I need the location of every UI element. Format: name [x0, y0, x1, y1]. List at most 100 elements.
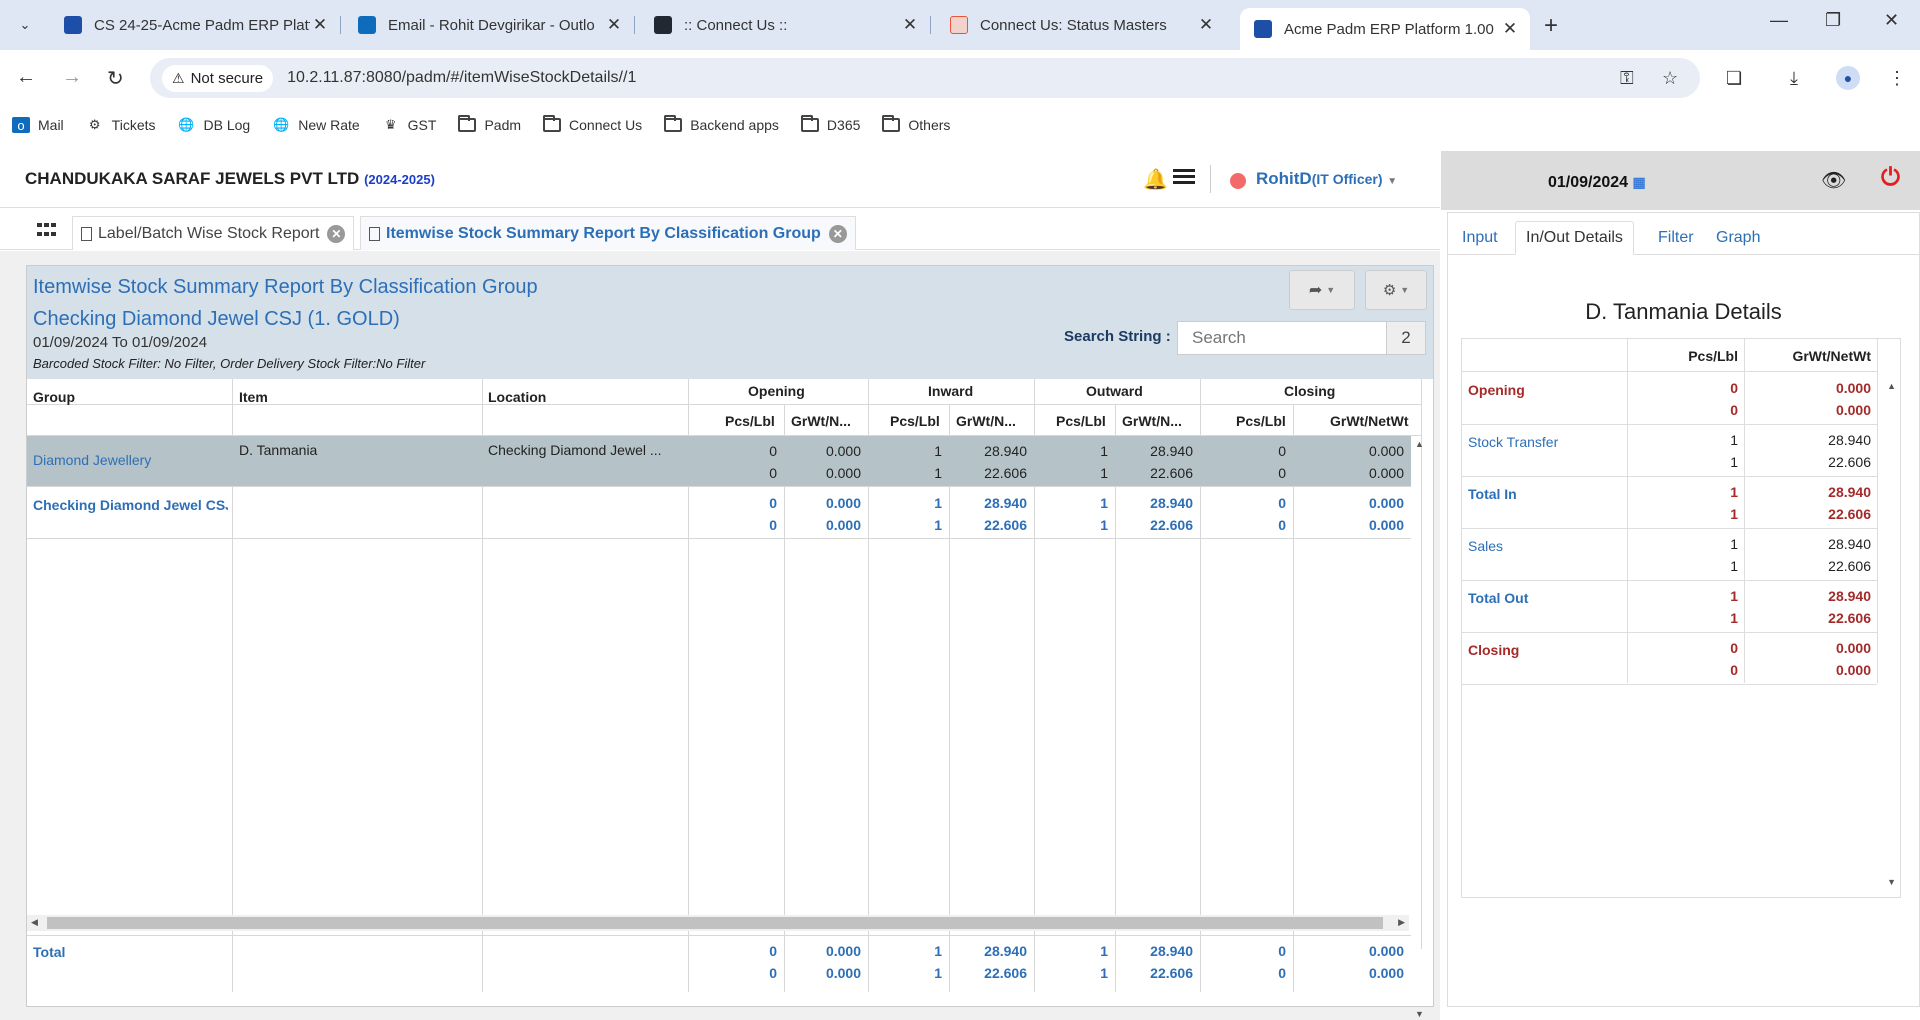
col-header-group[interactable]: Group	[33, 389, 75, 405]
settings-button[interactable]: ⚙ ▼	[1365, 270, 1427, 310]
col-header-closing-pcs[interactable]: Pcs/Lbl	[1236, 413, 1286, 429]
url-text[interactable]: 10.2.11.87:8080/padm/#/itemWiseStockDeta…	[287, 69, 636, 87]
power-icon[interactable]: ⏻	[1881, 164, 1900, 192]
tab-search-chevron-icon[interactable]: ⌄	[10, 12, 40, 38]
bookmark-others[interactable]: Others	[882, 115, 950, 133]
tab-graph[interactable]: Graph	[1706, 221, 1770, 255]
search-input[interactable]	[1177, 321, 1387, 355]
close-tab-icon[interactable]: ✕	[604, 15, 624, 35]
bookmark-gst[interactable]: ♛ GST	[382, 117, 437, 133]
tab-in-out-details[interactable]: In/Out Details	[1515, 221, 1634, 255]
scroll-up-arrow-icon[interactable]: ▲	[1415, 439, 1424, 449]
total-op-pcs-gross: 0	[769, 943, 777, 959]
current-date[interactable]: 01/09/2024 ▦	[1548, 174, 1646, 192]
bell-icon[interactable]: 🔔	[1143, 167, 1168, 192]
col-header-outward-wt[interactable]: GrWt/N...	[1122, 413, 1182, 429]
bookmark-tickets[interactable]: ⚙ Tickets	[86, 117, 156, 133]
close-tab-icon[interactable]: ✕	[310, 15, 330, 35]
user-menu[interactable]: RohitD(IT Officer) ▼	[1256, 169, 1397, 189]
back-arrow-icon[interactable]: ←	[16, 66, 36, 89]
browser-tab-4[interactable]: Connect Us: Status Masters ✕	[936, 8, 1226, 42]
bookmark-new-rate[interactable]: 🌐 New Rate	[272, 117, 360, 133]
col-header-opening-pcs[interactable]: Pcs/Lbl	[725, 413, 775, 429]
col-header-location[interactable]: Location	[488, 389, 546, 405]
bookmark-backend-apps[interactable]: Backend apps	[664, 115, 779, 133]
table-row[interactable]: Diamond Jewellery D. Tanmania Checking D…	[27, 436, 1411, 487]
tab-label: Label/Batch Wise Stock Report	[98, 224, 320, 242]
omnibox[interactable]: ⚠ Not secure 10.2.11.87:8080/padm/#/item…	[150, 58, 1700, 98]
minimize-icon[interactable]: —	[1770, 10, 1788, 31]
cell-in-pcs-gross: 1	[934, 443, 942, 459]
download-icon[interactable]: ⤓	[1790, 68, 1798, 89]
bookmark-db-log[interactable]: 🌐 DB Log	[178, 117, 250, 133]
document-icon	[369, 226, 380, 241]
col-header-inward-wt[interactable]: GrWt/N...	[956, 413, 1016, 429]
scrollbar-thumb[interactable]	[47, 917, 1383, 929]
bookmark-label: Tickets	[111, 117, 156, 133]
detail-row-label: Opening	[1468, 382, 1525, 398]
detail-wt-net: 22.606	[1828, 454, 1871, 470]
security-chip[interactable]: ⚠ Not secure	[162, 64, 274, 92]
total-op-wt-gross: 0.000	[825, 943, 861, 959]
restore-icon[interactable]: ❐	[1825, 10, 1841, 31]
detail-title: D. Tanmania Details	[1585, 299, 1782, 324]
close-tab-icon[interactable]: ✕	[828, 224, 847, 243]
browser-tab-1[interactable]: CS 24-25-Acme Padm ERP Platf ✕	[50, 8, 341, 42]
apps-grid-icon[interactable]	[37, 223, 57, 239]
scroll-down-arrow-icon[interactable]: ▼	[1887, 877, 1896, 887]
scroll-right-arrow-icon[interactable]: ▶	[1398, 917, 1405, 928]
extensions-puzzle-icon[interactable]: ❏	[1726, 68, 1742, 89]
col-header-closing-wt[interactable]: GrWt/NetWt	[1330, 413, 1409, 429]
col-header-opening-wt[interactable]: GrWt/N...	[791, 413, 851, 429]
cell-group[interactable]: Diamond Jewellery	[33, 452, 228, 468]
cell-in-wt: 28.940 22.606	[950, 440, 1027, 484]
bookmark-padm[interactable]: Padm	[458, 115, 521, 133]
browser-tab-2[interactable]: Email - Rohit Devgirikar - Outlo ✕	[344, 8, 635, 42]
profile-avatar-icon[interactable]: ●	[1836, 66, 1860, 90]
new-tab-button[interactable]: +	[1544, 12, 1558, 40]
browser-tab-5-active[interactable]: Acme Padm ERP Platform 1.00 ✕	[1240, 8, 1530, 50]
cell-op-pcs: 00	[689, 440, 777, 484]
bookmark-mail[interactable]: o Mail	[12, 117, 64, 133]
tab-input[interactable]: Input	[1452, 221, 1508, 255]
browser-tab-3[interactable]: :: Connect Us :: ✕	[640, 8, 931, 42]
col-header-outward-pcs[interactable]: Pcs/Lbl	[1056, 413, 1106, 429]
cell-out-pcs-gross: 1	[1100, 495, 1108, 511]
share-button[interactable]: ➦ ▼	[1289, 270, 1355, 310]
right-header: 01/09/2024 ▦ 👁 ⏻	[1441, 151, 1920, 210]
close-tab-icon[interactable]: ✕	[1196, 15, 1216, 35]
browser-tab-title: Acme Padm ERP Platform 1.00	[1284, 20, 1494, 38]
detail-wt-gross: 0.000	[1835, 380, 1871, 396]
browser-menu-icon[interactable]: ⋮	[1888, 68, 1906, 89]
browser-tab-title: Connect Us: Status Masters	[980, 16, 1167, 34]
horizontal-scrollbar[interactable]: ◀ ▶	[27, 915, 1409, 931]
tab-label: Itemwise Stock Summary Report By Classif…	[386, 224, 821, 242]
bookmark-d365[interactable]: D365	[800, 115, 860, 133]
close-tab-icon[interactable]: ✕	[1500, 19, 1520, 39]
menu-list-icon[interactable]	[1173, 169, 1195, 187]
scroll-down-arrow-icon[interactable]: ▼	[1415, 1009, 1424, 1019]
security-label: Not secure	[190, 69, 264, 87]
scroll-up-arrow-icon[interactable]: ▲	[1887, 381, 1896, 391]
bookmark-connect-us[interactable]: Connect Us	[543, 115, 642, 133]
tab-label-batch-wise-stock[interactable]: Label/Batch Wise Stock Report ✕	[72, 216, 355, 250]
col-header-item[interactable]: Item	[239, 389, 268, 405]
scroll-left-arrow-icon[interactable]: ◀	[31, 917, 38, 928]
calendar-icon[interactable]: ▦	[1633, 174, 1646, 190]
cell-cl-wt-gross: 0.000	[1368, 495, 1404, 511]
reload-icon[interactable]: ↻	[107, 66, 124, 91]
tab-itemwise-stock-summary[interactable]: Itemwise Stock Summary Report By Classif…	[360, 216, 856, 250]
cell-group[interactable]: Checking Diamond Jewel CSJ (1. GOLD)	[33, 497, 228, 513]
tab-filter[interactable]: Filter	[1648, 221, 1704, 255]
bookmark-star-icon[interactable]: ☆	[1662, 68, 1678, 89]
eye-slash-icon[interactable]: 👁	[1821, 168, 1846, 193]
close-tab-icon[interactable]: ✕	[327, 224, 346, 243]
window-close-icon[interactable]: ✕	[1884, 10, 1899, 31]
col-header-inward-pcs[interactable]: Pcs/Lbl	[890, 413, 940, 429]
forward-arrow-icon[interactable]: →	[62, 66, 82, 89]
cell-cl-pcs: 00	[1201, 492, 1286, 536]
password-key-icon[interactable]: ⚿	[1620, 68, 1634, 89]
table-row[interactable]: Checking Diamond Jewel CSJ (1. GOLD) 00 …	[27, 488, 1411, 539]
close-tab-icon[interactable]: ✕	[900, 15, 920, 35]
report-date-range: 01/09/2024 To 01/09/2024	[33, 334, 208, 351]
